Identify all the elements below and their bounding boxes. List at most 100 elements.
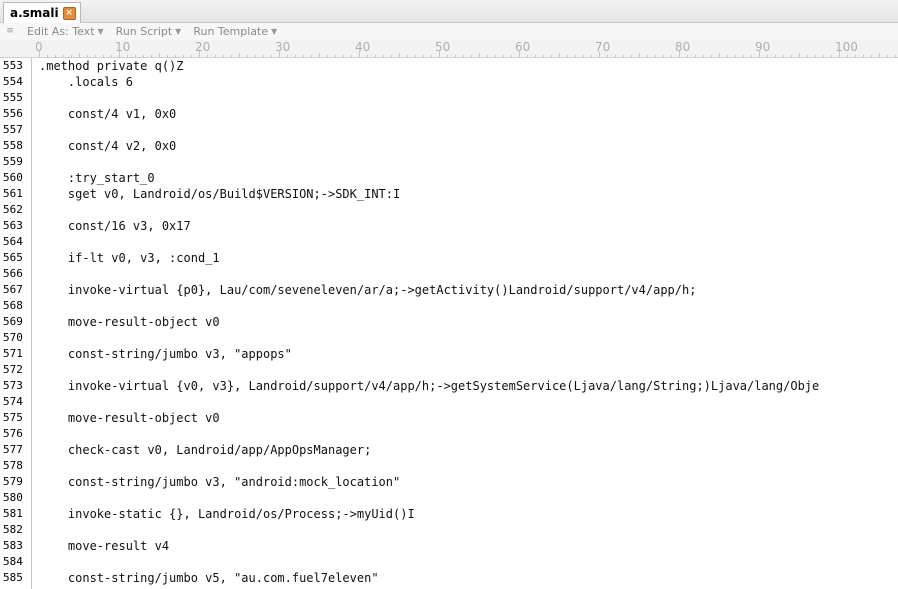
code-line[interactable]: 568: [0, 298, 898, 314]
code-line[interactable]: 580: [0, 490, 898, 506]
code-line[interactable]: 557: [0, 122, 898, 138]
code-line[interactable]: 572: [0, 362, 898, 378]
ruler-tick: [95, 55, 96, 57]
ruler-tick: [367, 55, 368, 57]
code-text[interactable]: move-result-object v0: [39, 410, 220, 426]
code-line[interactable]: 577 check-cast v0, Landroid/app/AppOpsMa…: [0, 442, 898, 458]
ruler-tick: [127, 55, 128, 57]
line-number: 553: [3, 59, 23, 72]
ruler-label: 20: [195, 40, 211, 54]
code-text[interactable]: const-string/jumbo v5, "au.com.fuel7elev…: [39, 570, 379, 586]
code-line[interactable]: 570: [0, 330, 898, 346]
line-number: 585: [3, 571, 23, 584]
code-line[interactable]: 564: [0, 234, 898, 250]
ruler-tick: [383, 55, 384, 57]
code-text[interactable]: invoke-virtual {v0, v3}, Landroid/suppor…: [39, 378, 819, 394]
code-line[interactable]: 575 move-result-object v0: [0, 410, 898, 426]
code-text[interactable]: :try_start_0: [39, 170, 155, 186]
ruler-tick: [735, 55, 736, 57]
run-script-dropdown[interactable]: Run Script ▼: [116, 25, 182, 38]
tab-bar: a.smali ×: [0, 0, 898, 23]
tab-label: a.smali: [10, 6, 59, 20]
ruler-tick: [631, 55, 632, 57]
code-text[interactable]: .locals 6: [39, 74, 133, 90]
code-line[interactable]: 576: [0, 426, 898, 442]
code-line[interactable]: 585 const-string/jumbo v5, "au.com.fuel7…: [0, 570, 898, 586]
code-line[interactable]: 584: [0, 554, 898, 570]
code-line[interactable]: 563 const/16 v3, 0x17: [0, 218, 898, 234]
ruler-tick: [663, 55, 664, 57]
chevron-down-icon: ▼: [175, 27, 182, 36]
code-line[interactable]: 559: [0, 154, 898, 170]
ruler-tick: [311, 55, 312, 57]
code-line[interactable]: 561 sget v0, Landroid/os/Build$VERSION;-…: [0, 186, 898, 202]
code-text[interactable]: move-result-object v0: [39, 314, 220, 330]
code-line[interactable]: 579 const-string/jumbo v3, "android:mock…: [0, 474, 898, 490]
ruler-tick: [655, 55, 656, 57]
code-line[interactable]: 566: [0, 266, 898, 282]
ruler-tick: [639, 53, 640, 57]
ruler-label: 90: [755, 40, 771, 54]
ruler-tick: [815, 55, 816, 57]
code-editor[interactable]: 553 .method private q()Z 554 .locals 6 555 5…: [0, 58, 898, 589]
line-number: 574: [3, 395, 23, 408]
code-text[interactable]: invoke-static {}, Landroid/os/Process;->…: [39, 506, 415, 522]
code-text[interactable]: check-cast v0, Landroid/app/AppOpsManage…: [39, 442, 371, 458]
code-text[interactable]: const-string/jumbo v3, "android:mock_loc…: [39, 474, 400, 490]
code-line[interactable]: 560 :try_start_0: [0, 170, 898, 186]
ruler-tick: [719, 53, 720, 57]
ruler-tick: [287, 55, 288, 57]
code-line[interactable]: 573 invoke-virtual {v0, v3}, Landroid/su…: [0, 378, 898, 394]
code-line[interactable]: 583 move-result v4: [0, 538, 898, 554]
close-icon[interactable]: ×: [62, 6, 76, 20]
ruler-tick: [87, 55, 88, 57]
ruler-tick: [71, 55, 72, 57]
code-line[interactable]: 581 invoke-static {}, Landroid/os/Proces…: [0, 506, 898, 522]
line-number: 577: [3, 443, 23, 456]
ruler-tick: [55, 55, 56, 57]
ruler-tick: [351, 55, 352, 57]
code-text[interactable]: sget v0, Landroid/os/Build$VERSION;->SDK…: [39, 186, 400, 202]
code-line[interactable]: 553 .method private q()Z: [0, 58, 898, 74]
ruler-tick: [607, 55, 608, 57]
code-text[interactable]: const/4 v2, 0x0: [39, 138, 176, 154]
code-line[interactable]: 569 move-result-object v0: [0, 314, 898, 330]
tab-a-smali[interactable]: a.smali ×: [3, 2, 81, 23]
ruler-tick: [775, 55, 776, 57]
ruler-label: 50: [435, 40, 451, 54]
line-number: 575: [3, 411, 23, 424]
code-line[interactable]: 571 const-string/jumbo v3, "appops": [0, 346, 898, 362]
code-text[interactable]: move-result v4: [39, 538, 169, 554]
code-text[interactable]: const/16 v3, 0x17: [39, 218, 191, 234]
ruler-tick: [743, 55, 744, 57]
code-text[interactable]: const/4 v1, 0x0: [39, 106, 176, 122]
ruler-tick: [479, 53, 480, 57]
code-text[interactable]: if-lt v0, v3, :cond_1: [39, 250, 220, 266]
code-text[interactable]: invoke-virtual {p0}, Lau/com/seveneleven…: [39, 282, 697, 298]
run-script-label: Run Script: [115, 25, 173, 38]
toolbar-grip-icon[interactable]: ≡: [5, 27, 15, 36]
ruler-tick: [727, 55, 728, 57]
ruler-tick: [703, 55, 704, 57]
code-line[interactable]: 558 const/4 v2, 0x0: [0, 138, 898, 154]
code-line[interactable]: 562: [0, 202, 898, 218]
ruler-tick: [647, 55, 648, 57]
code-text[interactable]: .method private q()Z: [39, 58, 184, 74]
ruler-tick: [135, 55, 136, 57]
code-line[interactable]: 578: [0, 458, 898, 474]
code-line[interactable]: 554 .locals 6: [0, 74, 898, 90]
code-line[interactable]: 567 invoke-virtual {p0}, Lau/com/sevenel…: [0, 282, 898, 298]
ruler-tick: [79, 53, 80, 57]
code-line[interactable]: 574: [0, 394, 898, 410]
code-line[interactable]: 582: [0, 522, 898, 538]
edit-as-dropdown[interactable]: Edit As: Text ▼: [27, 25, 104, 38]
code-line[interactable]: 565 if-lt v0, v3, :cond_1: [0, 250, 898, 266]
code-line[interactable]: 556 const/4 v1, 0x0: [0, 106, 898, 122]
run-template-dropdown[interactable]: Run Template ▼: [193, 25, 277, 38]
ruler-tick: [223, 55, 224, 57]
ruler-tick: [423, 55, 424, 57]
line-number: 584: [3, 555, 23, 568]
code-text[interactable]: const-string/jumbo v3, "appops": [39, 346, 292, 362]
code-line[interactable]: 555: [0, 90, 898, 106]
ruler-tick: [799, 53, 800, 57]
